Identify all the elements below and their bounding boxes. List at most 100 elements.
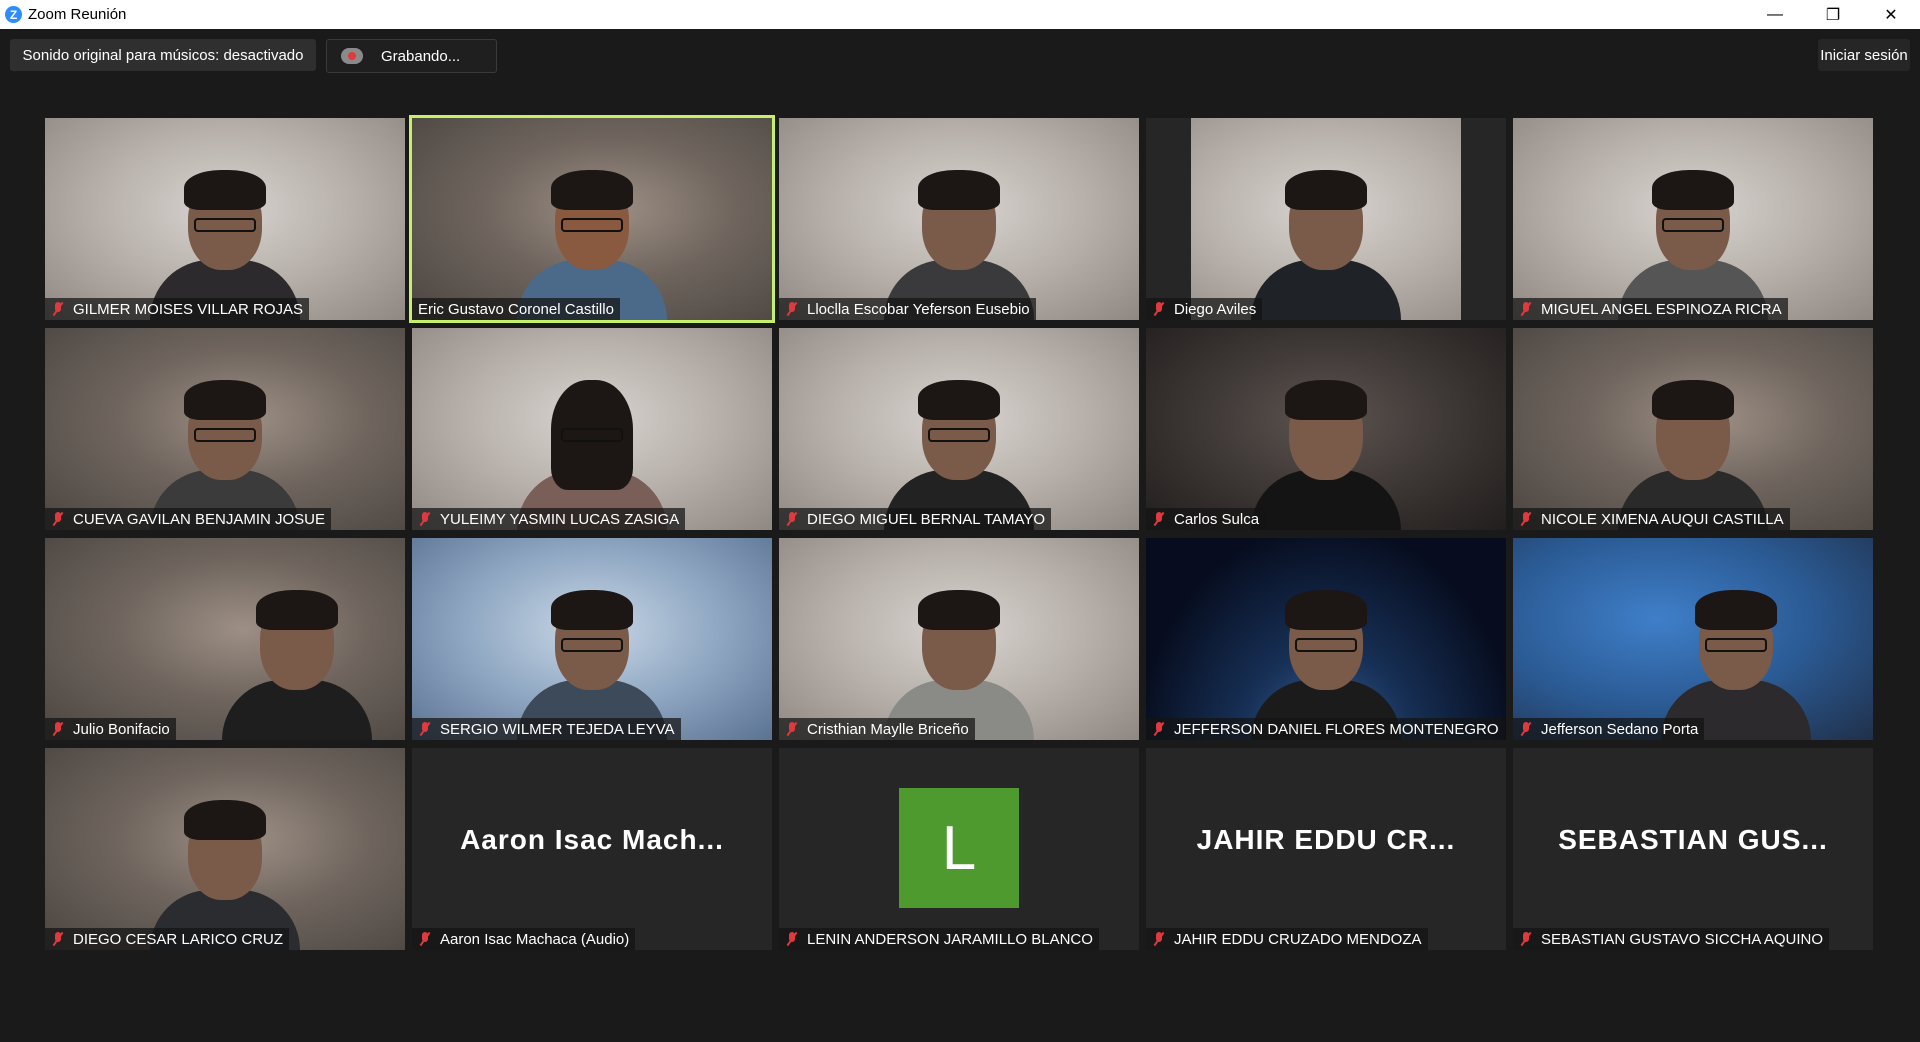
participant-display-name: SEBASTIAN GUS... bbox=[1558, 824, 1828, 855]
mic-muted-icon bbox=[418, 511, 432, 527]
participant-tile[interactable]: CUEVA GAVILAN BENJAMIN JOSUE bbox=[45, 328, 405, 530]
avatar: L bbox=[899, 788, 1019, 908]
mic-muted-icon bbox=[51, 301, 65, 317]
participant-name-bar: MIGUEL ANGEL ESPINOZA RICRA bbox=[1513, 298, 1788, 320]
participant-video bbox=[1618, 160, 1768, 320]
cloud-record-icon bbox=[341, 48, 363, 64]
participant-video bbox=[150, 160, 300, 320]
participant-video bbox=[517, 580, 667, 740]
participant-tile[interactable]: GILMER MOISES VILLAR ROJAS bbox=[45, 118, 405, 320]
meeting-toolbar: Sonido original para músicos: desactivad… bbox=[0, 29, 1920, 81]
participant-name-bar: JAHIR EDDU CRUZADO MENDOZA bbox=[1146, 928, 1428, 950]
participant-tile[interactable]: Lloclla Escobar Yeferson Eusebio bbox=[779, 118, 1139, 320]
participant-name-bar: Cristhian Maylle Briceño bbox=[779, 718, 975, 740]
participant-name: LENIN ANDERSON JARAMILLO BLANCO bbox=[807, 930, 1093, 948]
participant-tile[interactable]: Diego Aviles bbox=[1146, 118, 1506, 320]
participant-video bbox=[222, 580, 372, 740]
participant-tile[interactable]: DIEGO MIGUEL BERNAL TAMAYO bbox=[779, 328, 1139, 530]
participant-name-bar: YULEIMY YASMIN LUCAS ZASIGA bbox=[412, 508, 686, 530]
participant-name-bar: DIEGO CESAR LARICO CRUZ bbox=[45, 928, 290, 950]
mic-muted-icon bbox=[1152, 721, 1166, 737]
participant-name: MIGUEL ANGEL ESPINOZA RICRA bbox=[1541, 300, 1782, 318]
participant-name: Carlos Sulca bbox=[1174, 510, 1260, 528]
mic-muted-icon bbox=[1519, 301, 1533, 317]
mic-muted-icon bbox=[785, 511, 799, 527]
mic-muted-icon bbox=[785, 301, 799, 317]
participant-name: JEFFERSON DANIEL FLORES MONTENEGRO bbox=[1174, 720, 1499, 738]
window-controls: — ❐ ✕ bbox=[1746, 0, 1920, 29]
participant-name-bar: Julio Bonifacio bbox=[45, 718, 176, 740]
participant-name: DIEGO CESAR LARICO CRUZ bbox=[73, 930, 284, 948]
restore-button[interactable]: ❐ bbox=[1804, 0, 1862, 29]
participant-name: JAHIR EDDU CRUZADO MENDOZA bbox=[1174, 930, 1422, 948]
recording-indicator[interactable]: Grabando... bbox=[326, 39, 497, 73]
participant-name: DIEGO MIGUEL BERNAL TAMAYO bbox=[807, 510, 1046, 528]
participant-name: Aaron Isac Machaca (Audio) bbox=[440, 930, 630, 948]
participant-tile[interactable]: JEFFERSON DANIEL FLORES MONTENEGRO bbox=[1146, 538, 1506, 740]
mic-muted-icon bbox=[1152, 511, 1166, 527]
participant-tile[interactable]: Jefferson Sedano Porta bbox=[1513, 538, 1873, 740]
mic-muted-icon bbox=[785, 931, 799, 947]
participant-tile-no-video[interactable]: L LENIN ANDERSON JARAMILLO BLANCO bbox=[779, 748, 1139, 950]
participant-name: CUEVA GAVILAN BENJAMIN JOSUE bbox=[73, 510, 326, 528]
mic-muted-icon bbox=[1519, 511, 1533, 527]
participant-tile[interactable]: Carlos Sulca bbox=[1146, 328, 1506, 530]
participant-name-bar: DIEGO MIGUEL BERNAL TAMAYO bbox=[779, 508, 1052, 530]
mic-muted-icon bbox=[1519, 931, 1533, 947]
participant-name: Lloclla Escobar Yeferson Eusebio bbox=[807, 300, 1030, 318]
participant-tile[interactable]: SERGIO WILMER TEJEDA LEYVA bbox=[412, 538, 772, 740]
participant-tile[interactable]: NICOLE XIMENA AUQUI CASTILLA bbox=[1513, 328, 1873, 530]
close-button[interactable]: ✕ bbox=[1862, 0, 1920, 29]
participant-tile-no-video[interactable]: JAHIR EDDU CR... JAHIR EDDU CRUZADO MEND… bbox=[1146, 748, 1506, 950]
participant-tile[interactable]: Julio Bonifacio bbox=[45, 538, 405, 740]
participant-tile-no-video[interactable]: SEBASTIAN GUS... SEBASTIAN GUSTAVO SICCH… bbox=[1513, 748, 1873, 950]
participant-name-bar: Diego Aviles bbox=[1146, 298, 1263, 320]
participant-video bbox=[517, 160, 667, 320]
participant-video bbox=[1661, 580, 1812, 740]
participant-name: Eric Gustavo Coronel Castillo bbox=[418, 300, 614, 318]
participant-name-bar: Jefferson Sedano Porta bbox=[1513, 718, 1705, 740]
participant-name: Cristhian Maylle Briceño bbox=[807, 720, 969, 738]
participant-video bbox=[1251, 580, 1401, 740]
minimize-button[interactable]: — bbox=[1746, 0, 1804, 29]
participant-video bbox=[1251, 370, 1401, 530]
mic-muted-icon bbox=[1152, 301, 1166, 317]
participant-name: Jefferson Sedano Porta bbox=[1541, 720, 1699, 738]
participant-video bbox=[150, 370, 300, 530]
participant-name-bar: NICOLE XIMENA AUQUI CASTILLA bbox=[1513, 508, 1790, 530]
participant-name: SERGIO WILMER TEJEDA LEYVA bbox=[440, 720, 675, 738]
participant-display-name: JAHIR EDDU CR... bbox=[1196, 824, 1456, 855]
participant-tile-active-speaker[interactable]: Eric Gustavo Coronel Castillo bbox=[409, 115, 775, 323]
participant-tile[interactable]: YULEIMY YASMIN LUCAS ZASIGA bbox=[412, 328, 772, 530]
zoom-app-icon: Z bbox=[5, 6, 22, 23]
mic-muted-icon bbox=[418, 931, 432, 947]
window-titlebar: Z Zoom Reunión — ❐ ✕ bbox=[0, 0, 1920, 29]
mic-muted-icon bbox=[51, 511, 65, 527]
participant-tile[interactable]: DIEGO CESAR LARICO CRUZ bbox=[45, 748, 405, 950]
mic-muted-icon bbox=[418, 721, 432, 737]
window-title: Zoom Reunión bbox=[28, 6, 127, 23]
participant-name-bar: Eric Gustavo Coronel Castillo bbox=[412, 298, 620, 320]
participant-video bbox=[884, 580, 1034, 740]
recording-label: Grabando... bbox=[381, 47, 461, 65]
mic-muted-icon bbox=[785, 721, 799, 737]
participant-name-bar: Lloclla Escobar Yeferson Eusebio bbox=[779, 298, 1036, 320]
mic-muted-icon bbox=[51, 931, 65, 947]
participant-name-bar: SEBASTIAN GUSTAVO SICCHA AQUINO bbox=[1513, 928, 1830, 950]
participant-name-bar: SERGIO WILMER TEJEDA LEYVA bbox=[412, 718, 681, 740]
participant-video bbox=[150, 790, 300, 950]
participant-name: NICOLE XIMENA AUQUI CASTILLA bbox=[1541, 510, 1784, 528]
participant-name: GILMER MOISES VILLAR ROJAS bbox=[73, 300, 304, 318]
participant-tile-no-video[interactable]: Aaron Isac Mach... Aaron Isac Machaca (A… bbox=[412, 748, 772, 950]
participant-tile[interactable]: MIGUEL ANGEL ESPINOZA RICRA bbox=[1513, 118, 1873, 320]
participant-name: YULEIMY YASMIN LUCAS ZASIGA bbox=[440, 510, 680, 528]
participant-tile[interactable]: Cristhian Maylle Briceño bbox=[779, 538, 1139, 740]
participant-video bbox=[517, 370, 667, 530]
participant-name: SEBASTIAN GUSTAVO SICCHA AQUINO bbox=[1541, 930, 1824, 948]
sign-in-button[interactable]: Iniciar sesión bbox=[1818, 39, 1910, 71]
participant-name-bar: GILMER MOISES VILLAR ROJAS bbox=[45, 298, 310, 320]
participant-display-name: Aaron Isac Mach... bbox=[460, 824, 724, 855]
original-sound-button[interactable]: Sonido original para músicos: desactivad… bbox=[10, 39, 316, 71]
participant-video bbox=[884, 160, 1034, 320]
participant-name: Julio Bonifacio bbox=[73, 720, 170, 738]
